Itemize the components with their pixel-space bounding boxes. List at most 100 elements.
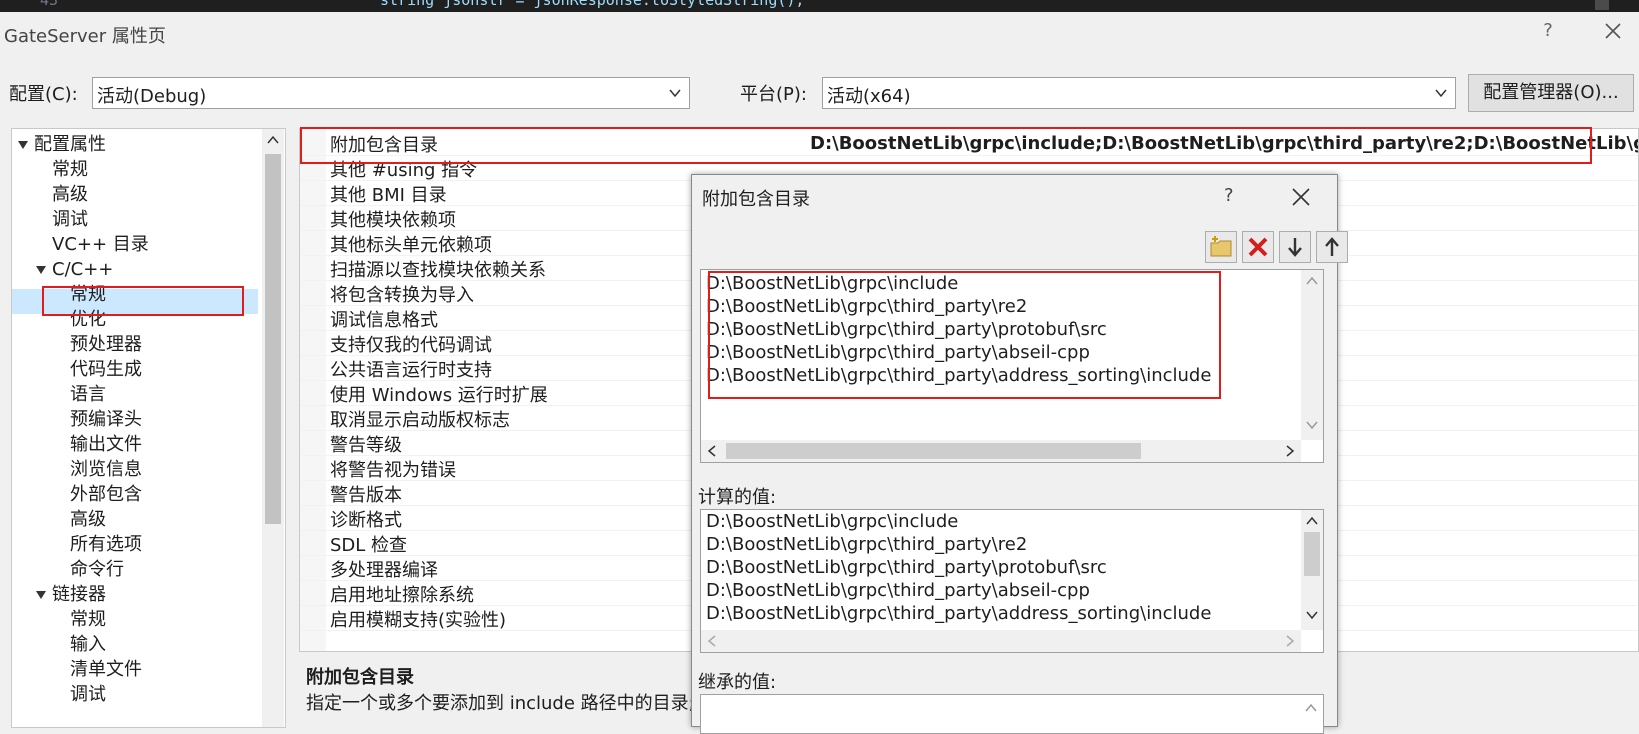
property-name[interactable]: 将包含转换为导入: [330, 281, 474, 307]
tree-item[interactable]: 预处理器: [70, 333, 142, 357]
line-number: 43: [40, 0, 59, 9]
config-label: 配置(C):: [9, 84, 78, 105]
property-name[interactable]: 将警告视为错误: [330, 456, 456, 482]
tree-item[interactable]: 代码生成: [70, 358, 142, 382]
tree-item[interactable]: 清单文件: [70, 658, 142, 682]
chevron-down-icon[interactable]: [1306, 420, 1318, 430]
property-name[interactable]: 公共语言运行时支持: [330, 356, 492, 382]
property-name[interactable]: 支持仅我的代码调试: [330, 331, 492, 357]
property-name[interactable]: 诊断格式: [330, 506, 402, 532]
property-name[interactable]: 多处理器编译: [330, 556, 438, 582]
property-name[interactable]: 启用模糊支持(实验性): [330, 606, 506, 632]
computed-values-box[interactable]: D:\BoostNetLib\grpc\include D:\BoostNetLi…: [700, 509, 1324, 653]
property-name[interactable]: 扫描源以查找模块依赖关系: [330, 256, 546, 282]
tree-item[interactable]: 语言: [70, 383, 106, 407]
highlight-tree-item: [42, 286, 244, 316]
delete-icon: [1248, 237, 1268, 257]
tree-item[interactable]: C/C++: [52, 258, 113, 282]
computed-scroll-thumb[interactable]: [1304, 532, 1320, 576]
editor-scroll-thumb[interactable]: [1595, 0, 1609, 10]
close-button[interactable]: [1598, 16, 1628, 46]
property-name[interactable]: 警告等级: [330, 431, 402, 457]
config-manager-button[interactable]: 配置管理器(O)...: [1468, 74, 1634, 112]
chevron-down-icon[interactable]: [1306, 610, 1318, 620]
help-button[interactable]: ?: [1536, 20, 1560, 41]
delete-line-button[interactable]: [1242, 231, 1274, 263]
chevron-left-icon[interactable]: [707, 635, 717, 647]
property-name[interactable]: 使用 Windows 运行时扩展: [330, 381, 548, 407]
expand-triangle-icon[interactable]: [36, 591, 46, 599]
property-name[interactable]: SDL 检查: [330, 531, 407, 557]
property-name[interactable]: 调试信息格式: [330, 306, 438, 332]
computed-vscrollbar[interactable]: [1301, 510, 1323, 630]
tree-item[interactable]: 预编译头: [70, 408, 142, 432]
dialog-close-button[interactable]: [1290, 186, 1312, 208]
chevron-up-icon[interactable]: [1306, 276, 1318, 286]
highlight-editor-lines: [708, 271, 1221, 399]
platform-select-value: 活动(x64): [827, 86, 911, 107]
tree-item[interactable]: 高级: [52, 183, 88, 207]
property-name[interactable]: 警告版本: [330, 481, 402, 507]
chevron-right-icon[interactable]: [1285, 635, 1295, 647]
tree-item[interactable]: 浏览信息: [70, 458, 142, 482]
editor-hscroll-thumb[interactable]: [726, 443, 1141, 459]
computed-line: D:\BoostNetLib\grpc\third_party\address_…: [706, 603, 1212, 624]
tree-item[interactable]: 调试: [52, 208, 88, 232]
tree-item[interactable]: 高级: [70, 508, 106, 532]
property-name[interactable]: 其他标头单元依赖项: [330, 231, 492, 257]
computed-line: D:\BoostNetLib\grpc\third_party\protobuf…: [706, 557, 1107, 578]
chevron-down-icon: [1435, 89, 1447, 98]
code-editor-strip: 43 string jsonstr = jsonResponse.toStyle…: [0, 0, 1639, 12]
inherited-values-label: 继承的值:: [698, 672, 777, 693]
expand-triangle-icon[interactable]: [18, 141, 28, 149]
dialog-title: 附加包含目录: [702, 189, 810, 210]
chevron-down-icon: [669, 89, 681, 98]
code-line: string jsonstr = jsonResponse.toStyledSt…: [380, 0, 805, 9]
computed-hscrollbar[interactable]: [701, 630, 1301, 652]
description-title: 附加包含目录: [306, 667, 414, 688]
property-name[interactable]: 启用地址擦除系统: [330, 581, 474, 607]
platform-select[interactable]: 活动(x64): [822, 77, 1456, 109]
tree-item[interactable]: 常规: [70, 608, 106, 632]
computed-line: D:\BoostNetLib\grpc\include: [706, 511, 959, 532]
config-select[interactable]: 活动(Debug): [92, 77, 690, 109]
move-up-button[interactable]: [1316, 231, 1348, 263]
editor-hscrollbar[interactable]: [701, 440, 1301, 462]
chevron-right-icon[interactable]: [1285, 445, 1295, 457]
new-line-button[interactable]: [1205, 231, 1237, 263]
property-tree[interactable]: 配置属性 常规 高级 调试 VC++ 目录 C/C++ 常规 优化 预处理器 代码生成 语言 预编译头…: [11, 128, 286, 728]
property-name[interactable]: 取消显示启动版权标志: [330, 406, 510, 432]
platform-label: 平台(P):: [740, 84, 807, 105]
close-icon: [1292, 188, 1310, 206]
tree-item[interactable]: 常规: [52, 158, 88, 182]
tree-scrollbar[interactable]: [262, 129, 284, 727]
computed-values-label: 计算的值:: [698, 487, 777, 508]
expand-triangle-icon[interactable]: [36, 266, 46, 274]
computed-line: D:\BoostNetLib\grpc\third_party\abseil-c…: [706, 580, 1090, 601]
chevron-up-icon[interactable]: [1305, 703, 1317, 713]
inherited-values-box[interactable]: [700, 694, 1324, 734]
tree-item[interactable]: 输入: [70, 633, 106, 657]
chevron-left-icon[interactable]: [707, 445, 717, 457]
title-bar: [0, 12, 1639, 56]
editor-vscrollbar[interactable]: [1301, 270, 1323, 440]
tree-item[interactable]: 链接器: [52, 583, 106, 607]
tree-item[interactable]: 配置属性: [34, 133, 106, 157]
dialog-help-button[interactable]: ?: [1224, 185, 1234, 206]
tree-item[interactable]: 命令行: [70, 558, 124, 582]
tree-item[interactable]: 调试: [70, 683, 106, 707]
chevron-up-icon[interactable]: [267, 135, 279, 145]
move-down-button[interactable]: [1279, 231, 1311, 263]
tree-item[interactable]: 输出文件: [70, 433, 142, 457]
new-folder-icon: [1210, 236, 1232, 257]
tree-item[interactable]: 外部包含: [70, 483, 142, 507]
tree-scroll-thumb[interactable]: [265, 154, 281, 524]
tree-item[interactable]: 所有选项: [70, 533, 142, 557]
close-icon: [1605, 23, 1621, 39]
tree-item[interactable]: VC++ 目录: [52, 233, 149, 257]
property-name[interactable]: 其他模块依赖项: [330, 206, 456, 232]
chevron-up-icon[interactable]: [1306, 516, 1318, 526]
config-select-value: 活动(Debug): [97, 86, 207, 107]
property-name[interactable]: 其他 BMI 目录: [330, 181, 447, 207]
grid-margin: [300, 129, 326, 651]
